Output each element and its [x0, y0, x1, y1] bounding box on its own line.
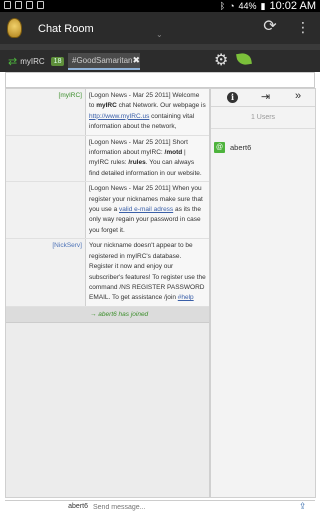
message-nick	[6, 182, 86, 239]
app-badge-icon[interactable]	[7, 18, 22, 38]
message-row: [NickServ] Your nickname doesn't appear t…	[6, 239, 209, 307]
more-icon[interactable]: ⋮	[296, 19, 310, 35]
clock: 10:02 AM	[269, 0, 316, 12]
gear-icon[interactable]: ⚙	[214, 52, 228, 70]
message-nick: [myIRC]	[6, 89, 86, 135]
bluetooth-icon: ᛒ	[219, 1, 226, 11]
info-icon[interactable]: i	[227, 92, 238, 103]
user-name: abert6	[230, 143, 252, 152]
input-nick: abert6	[68, 503, 88, 510]
message-text: [Logon News - Mar 25 2011] When you regi…	[86, 182, 209, 239]
server-arrows-icon: ⇄	[8, 56, 18, 68]
message-row: [Logon News - Mar 25 2011] When you regi…	[6, 182, 209, 240]
topic-bar	[5, 72, 315, 88]
send-icon[interactable]: ⇪	[299, 501, 307, 512]
message-row: [Logon News - Mar 25 2011] Short informa…	[6, 135, 209, 183]
notification-icon	[15, 1, 22, 9]
notification-icons	[4, 1, 44, 9]
close-icon[interactable]: ✖	[132, 55, 140, 66]
battery-level: 44%	[238, 1, 257, 11]
app-title: Chat Room	[38, 23, 94, 35]
notification-icon	[26, 1, 33, 9]
user-panel-toolbar: i ⇥ »	[211, 89, 315, 107]
join-notice: → abert6 has joined	[6, 306, 209, 323]
status-bar: ᛒ ◔ 44% ▮ 10:02 AM	[0, 0, 320, 12]
message-nick	[6, 135, 86, 182]
op-badge: @	[214, 142, 225, 153]
message-text: [Logon News - Mar 25 2011] Short informa…	[86, 135, 209, 182]
message-text: [Logon News - Mar 25 2011] Welcome to my…	[86, 89, 209, 135]
tab-server-label: myIRC	[20, 57, 45, 66]
exit-icon[interactable]: ⇥	[261, 90, 270, 103]
tab-channel-label: #GoodSamaritan	[72, 56, 133, 65]
message-row: [myIRC] [Logon News - Mar 25 2011] Welcom…	[6, 89, 209, 136]
notification-icon	[4, 1, 11, 9]
message-input[interactable]	[93, 502, 293, 512]
users-count: 1 Users	[211, 107, 315, 129]
message-list[interactable]: [myIRC] [Logon News - Mar 25 2011] Welcom…	[5, 88, 210, 498]
user-item[interactable]: @ abert6	[211, 141, 315, 154]
user-panel: i ⇥ » 1 Users @ abert6	[210, 88, 316, 498]
refresh-icon[interactable]: ⟳	[262, 19, 278, 35]
notification-icon	[37, 1, 44, 9]
wifi-icon: ◔	[229, 1, 235, 11]
input-bar: abert6 ⇪	[5, 500, 315, 512]
forward-icon[interactable]: »	[295, 90, 301, 102]
message-nick: [NickServ]	[6, 239, 86, 306]
tab-channel[interactable]: #GoodSamaritan ✖	[68, 53, 140, 70]
tab-server[interactable]: ⇄ myIRC 18	[4, 53, 69, 70]
battery-icon: ▮	[260, 0, 266, 11]
tab-server-count: 18	[50, 57, 65, 66]
message-text: Your nickname doesn't appear to be regis…	[86, 239, 209, 306]
chevron-down-icon[interactable]: ⌄	[156, 30, 163, 39]
tab-bar: ⇄ myIRC 18 #GoodSamaritan ✖	[0, 50, 320, 72]
